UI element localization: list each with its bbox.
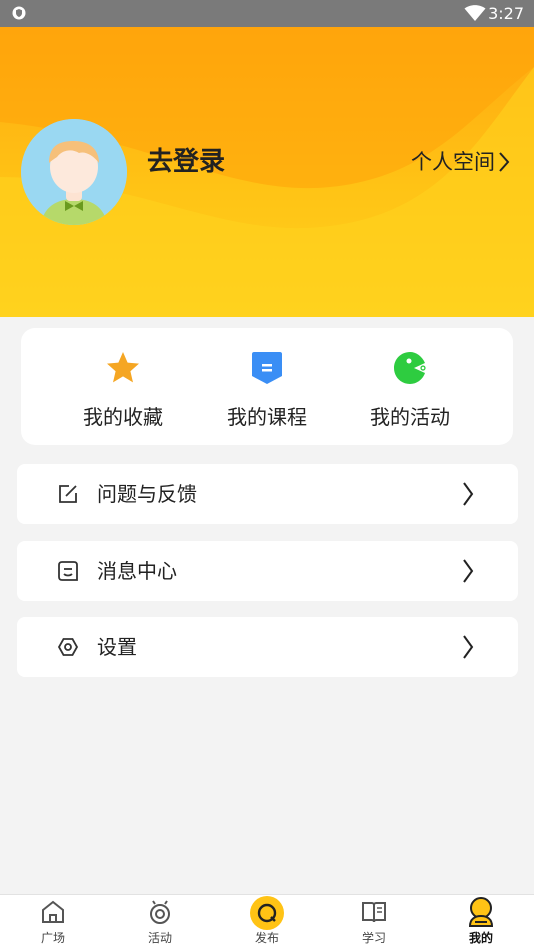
menu-feedback[interactable]: 问题与反馈 bbox=[17, 464, 518, 524]
chevron-right-icon bbox=[499, 152, 510, 172]
publish-icon bbox=[250, 896, 284, 930]
status-bar: 3:27 bbox=[0, 0, 534, 27]
chevron-right-icon bbox=[463, 482, 474, 506]
chevron-right-icon bbox=[463, 635, 474, 659]
star-icon bbox=[107, 352, 139, 383]
nav-activity-label: 活动 bbox=[147, 931, 172, 945]
course-icon bbox=[252, 352, 282, 384]
home-icon bbox=[42, 900, 64, 923]
menu-feedback-label: 问题与反馈 bbox=[97, 482, 197, 506]
bottom-nav: 广场 活动 发布 学习 我的 bbox=[0, 894, 534, 949]
nav-publish[interactable]: 发布 bbox=[214, 895, 320, 949]
shield-icon bbox=[12, 6, 26, 20]
favorites-button[interactable]: 我的收藏 bbox=[63, 328, 183, 445]
activity-icon bbox=[394, 352, 426, 384]
nav-mine[interactable]: 我的 bbox=[428, 895, 534, 949]
nav-mine-label: 我的 bbox=[468, 931, 493, 945]
nav-activity[interactable]: 活动 bbox=[107, 895, 213, 949]
nav-square-label: 广场 bbox=[40, 931, 65, 945]
menu-settings-label: 设置 bbox=[97, 635, 137, 659]
nav-publish-label: 发布 bbox=[254, 931, 279, 945]
settings-icon bbox=[57, 638, 79, 656]
courses-button[interactable]: 我的课程 bbox=[207, 328, 327, 445]
nav-study-label: 学习 bbox=[361, 931, 386, 945]
personal-space-label: 个人空间 bbox=[411, 150, 495, 174]
favorites-label: 我的收藏 bbox=[83, 405, 163, 429]
activities-label: 我的活动 bbox=[370, 405, 450, 429]
activity-nav-icon bbox=[150, 900, 170, 924]
menu-messages[interactable]: 消息中心 bbox=[17, 541, 518, 601]
quick-actions-card: 我的收藏 我的课程 我的活动 bbox=[21, 328, 513, 445]
edit-icon bbox=[59, 485, 77, 503]
book-icon bbox=[362, 902, 386, 923]
login-link[interactable]: 去登录 bbox=[147, 146, 225, 178]
avatar[interactable] bbox=[21, 119, 127, 225]
nav-study[interactable]: 学习 bbox=[321, 895, 427, 949]
menu-messages-label: 消息中心 bbox=[97, 559, 177, 583]
avatar-boy-icon bbox=[21, 119, 127, 225]
status-time: 3:27 bbox=[488, 4, 524, 23]
message-icon bbox=[58, 561, 78, 581]
courses-label: 我的课程 bbox=[227, 405, 307, 429]
menu-settings[interactable]: 设置 bbox=[17, 617, 518, 677]
chevron-right-icon bbox=[463, 559, 474, 583]
wifi-icon bbox=[464, 5, 486, 21]
nav-square[interactable]: 广场 bbox=[0, 895, 106, 949]
activities-button[interactable]: 我的活动 bbox=[350, 328, 470, 445]
personal-space-link[interactable]: 个人空间 bbox=[411, 148, 511, 176]
profile-header: 去登录 个人空间 bbox=[0, 27, 534, 317]
profile-icon bbox=[468, 897, 494, 927]
